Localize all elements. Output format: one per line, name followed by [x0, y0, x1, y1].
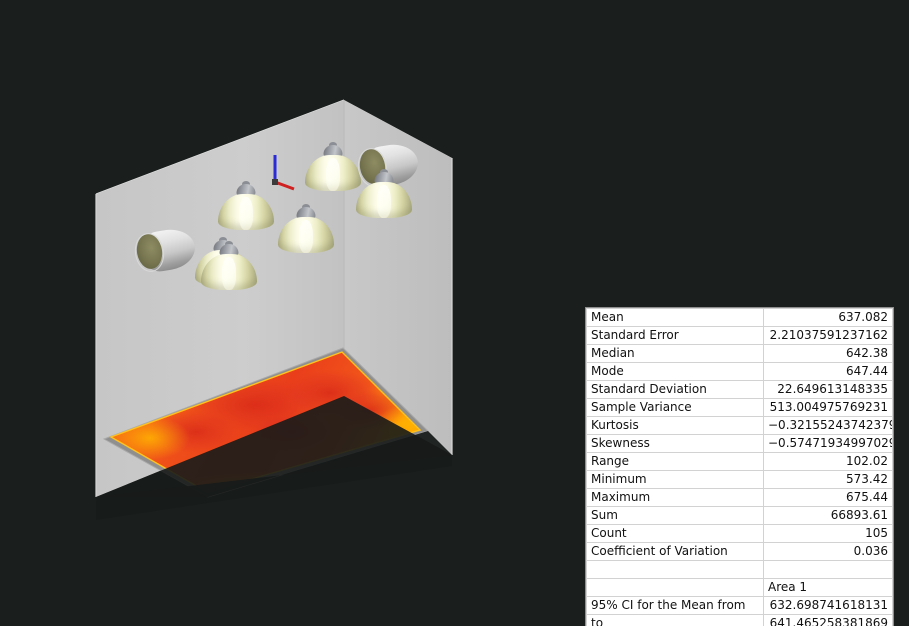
stat-label-coefficient-of-variation: Coefficient of Variation	[586, 542, 764, 561]
luminaire-shade	[218, 194, 274, 230]
stat-label-spacer	[586, 560, 764, 579]
stat-label-kurtosis: Kurtosis	[586, 416, 764, 435]
table-row[interactable]: Sample Variance 513.004975769231	[586, 398, 893, 417]
stat-value-kurtosis: −0.32155243742379	[763, 416, 893, 435]
table-row[interactable]	[586, 560, 893, 579]
stat-label-minimum: Minimum	[586, 470, 764, 489]
luminaire-shade	[305, 155, 361, 191]
application-window: Mean 637.082 Standard Error 2.2103759123716…	[0, 0, 909, 626]
table-row[interactable]: Sum 66893.61	[586, 506, 893, 525]
luminaire-dome-4[interactable]	[278, 204, 334, 253]
stat-label-area-header	[586, 578, 764, 597]
table-row[interactable]: Area 1	[586, 578, 893, 597]
table-row[interactable]: Minimum 573.42	[586, 470, 893, 489]
table-row[interactable]: Skewness −0.57471934997029	[586, 434, 893, 453]
stat-label-range: Range	[586, 452, 764, 471]
stat-label-95-ci-for-the-mean-from: 95% CI for the Mean from	[586, 596, 764, 615]
luminaire-dome-6[interactable]	[356, 169, 412, 218]
stat-label-skewness: Skewness	[586, 434, 764, 453]
room-geometry	[95, 99, 453, 520]
table-row[interactable]: Count 105	[586, 524, 893, 543]
luminaire-shade	[201, 254, 257, 290]
table-row[interactable]: Coefficient of Variation 0.036	[586, 542, 893, 561]
stat-value-95-ci-for-the-mean-from: 632.698741618131	[763, 596, 893, 615]
stat-value-area-header: Area 1	[763, 578, 893, 597]
table-row[interactable]: Kurtosis −0.32155243742379	[586, 416, 893, 435]
stat-value-maximum: 675.44	[763, 488, 893, 507]
descriptive-statistics-table[interactable]: Mean 637.082 Standard Error 2.2103759123716…	[585, 307, 894, 626]
stat-value-sample-variance: 513.004975769231	[763, 398, 893, 417]
stat-label-count: Count	[586, 524, 764, 543]
stat-value-mode: 647.44	[763, 362, 893, 381]
table-row[interactable]: Mode 647.44	[586, 362, 893, 381]
table-row[interactable]: Standard Error 2.21037591237162	[586, 326, 893, 345]
stat-value-to: 641.465258381869	[763, 614, 893, 626]
stat-label-mode: Mode	[586, 362, 764, 381]
luminaire-dome-2[interactable]	[218, 181, 274, 230]
stat-label-sum: Sum	[586, 506, 764, 525]
stat-value-median: 642.38	[763, 344, 893, 363]
table-row[interactable]: Median 642.38	[586, 344, 893, 363]
stat-value-coefficient-of-variation: 0.036	[763, 542, 893, 561]
table-row[interactable]: Mean 637.082	[586, 308, 893, 327]
luminaire-shade	[278, 217, 334, 253]
stat-value-sum: 66893.61	[763, 506, 893, 525]
stat-label-median: Median	[586, 344, 764, 363]
stat-label-maximum: Maximum	[586, 488, 764, 507]
stat-value-skewness: −0.57471934997029	[763, 434, 893, 453]
table-row[interactable]: Maximum 675.44	[586, 488, 893, 507]
stat-value-mean: 637.082	[763, 308, 893, 327]
stat-value-spacer	[763, 560, 893, 579]
stat-label-standard-error: Standard Error	[586, 326, 764, 345]
stat-label-sample-variance: Sample Variance	[586, 398, 764, 417]
3d-lighting-simulation-viewport[interactable]	[0, 0, 560, 626]
stat-label-to: to	[586, 614, 764, 626]
stat-value-range: 102.02	[763, 452, 893, 471]
table-row[interactable]: Range 102.02	[586, 452, 893, 471]
luminaire-dome-3[interactable]	[201, 241, 257, 290]
luminaire-dome-5[interactable]	[305, 142, 361, 191]
stat-value-standard-error: 2.21037591237162	[763, 326, 893, 345]
luminaire-shade	[356, 182, 412, 218]
table-row[interactable]: Standard Deviation 22.649613148335	[586, 380, 893, 399]
stat-value-count: 105	[763, 524, 893, 543]
table-row[interactable]: 95% CI for the Mean from 632.698741618131	[586, 596, 893, 615]
stat-label-mean: Mean	[586, 308, 764, 327]
stat-label-standard-deviation: Standard Deviation	[586, 380, 764, 399]
stat-value-minimum: 573.42	[763, 470, 893, 489]
table-row[interactable]: to 641.465258381869	[586, 614, 893, 626]
stat-value-standard-deviation: 22.649613148335	[763, 380, 893, 399]
